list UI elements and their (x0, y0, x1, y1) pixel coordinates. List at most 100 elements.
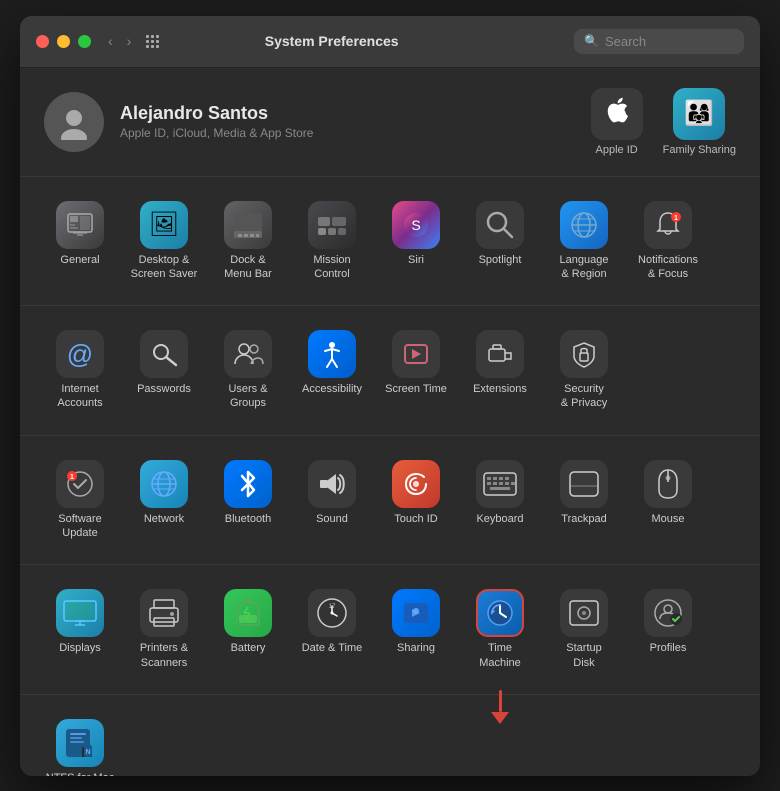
sound-icon (308, 460, 356, 508)
pref-accessibility[interactable]: Accessibility (292, 322, 372, 419)
pref-language[interactable]: Language& Region (544, 193, 624, 290)
pref-printers[interactable]: Printers &Scanners (124, 581, 204, 678)
pref-profiles[interactable]: Profiles (628, 581, 708, 678)
users-label: Users &Groups (228, 382, 267, 411)
startup-icon (560, 589, 608, 637)
user-info: Alejandro Santos Apple ID, iCloud, Media… (120, 103, 575, 140)
pref-startup[interactable]: StartupDisk (544, 581, 624, 678)
close-button[interactable] (36, 35, 49, 48)
family-sharing-button[interactable]: 👨‍👩‍👧 Family Sharing (663, 88, 736, 156)
pref-desktop[interactable]: 🖼 Desktop &Screen Saver (124, 193, 204, 290)
apple-id-icon-box (591, 88, 643, 140)
user-subtitle: Apple ID, iCloud, Media & App Store (120, 126, 575, 140)
security-icon (560, 330, 608, 378)
trackpad-icon (560, 460, 608, 508)
displays-icon (56, 589, 104, 637)
mouse-label: Mouse (651, 512, 684, 526)
user-section: Alejandro Santos Apple ID, iCloud, Media… (20, 68, 760, 177)
pref-security[interactable]: Security& Privacy (544, 322, 624, 419)
pref-users[interactable]: Users &Groups (208, 322, 288, 419)
pref-sharing[interactable]: Sharing (376, 581, 456, 678)
general-label: General (60, 253, 99, 267)
mission-icon (308, 201, 356, 249)
pref-ntfs[interactable]: N NTFS for Mac (40, 711, 120, 776)
bluetooth-icon (224, 460, 272, 508)
prefs-section-3: 1 SoftwareUpdate (20, 436, 760, 566)
profiles-label: Profiles (650, 641, 687, 655)
pref-touchid[interactable]: Touch ID (376, 452, 456, 549)
ntfs-icon: N (56, 719, 104, 767)
timemachine-label: TimeMachine (479, 641, 521, 670)
touchid-icon (392, 460, 440, 508)
pref-passwords[interactable]: Passwords (124, 322, 204, 419)
pref-trackpad[interactable]: Trackpad (544, 452, 624, 549)
minimize-button[interactable] (57, 35, 70, 48)
prefs-grid-2: @ InternetAccounts Passwords (40, 322, 740, 419)
search-bar[interactable]: 🔍 (574, 29, 744, 54)
internet-label: InternetAccounts (57, 382, 102, 411)
language-label: Language& Region (560, 253, 609, 282)
siri-icon: S (392, 201, 440, 249)
pref-notifications[interactable]: 1 Notifications& Focus (628, 193, 708, 290)
spotlight-icon (476, 201, 524, 249)
apple-id-button[interactable]: Apple ID (591, 88, 643, 156)
notifications-label: Notifications& Focus (638, 253, 698, 282)
pref-spotlight[interactable]: Spotlight (460, 193, 540, 290)
system-preferences-window: ‹ › System Preferences 🔍 Alejandro Santo… (20, 16, 760, 776)
trackpad-label: Trackpad (561, 512, 606, 526)
prefs-grid-1: General 🖼 Desktop &Screen Saver (40, 193, 740, 290)
sharing-icon (392, 589, 440, 637)
dock-icon (224, 201, 272, 249)
pref-mouse[interactable]: Mouse (628, 452, 708, 549)
pref-datetime[interactable]: 17 Date & Time (292, 581, 372, 678)
passwords-icon (140, 330, 188, 378)
pref-extensions[interactable]: Extensions (460, 322, 540, 419)
displays-label: Displays (59, 641, 101, 655)
profiles-icon (644, 589, 692, 637)
traffic-lights (36, 35, 91, 48)
pref-mission[interactable]: MissionControl (292, 193, 372, 290)
screentime-icon (392, 330, 440, 378)
security-label: Security& Privacy (561, 382, 607, 411)
startup-label: StartupDisk (566, 641, 601, 670)
pref-software[interactable]: 1 SoftwareUpdate (40, 452, 120, 549)
pref-internet[interactable]: @ InternetAccounts (40, 322, 120, 419)
desktop-label: Desktop &Screen Saver (131, 253, 198, 282)
titlebar: ‹ › System Preferences 🔍 (20, 16, 760, 68)
pref-sound[interactable]: Sound (292, 452, 372, 549)
pref-dock[interactable]: Dock &Menu Bar (208, 193, 288, 290)
sharing-label: Sharing (397, 641, 435, 655)
window-title: System Preferences (89, 33, 574, 49)
pref-timemachine[interactable]: TimeMachine (460, 581, 540, 678)
printers-icon (140, 589, 188, 637)
printers-label: Printers &Scanners (140, 641, 188, 670)
prefs-section-5: N NTFS for Mac (20, 695, 760, 776)
prefs-grid-3: 1 SoftwareUpdate (40, 452, 740, 549)
network-label: Network (144, 512, 184, 526)
search-input[interactable] (605, 34, 735, 49)
svg-text:N: N (85, 749, 90, 756)
software-icon: 1 (56, 460, 104, 508)
pref-battery[interactable]: Battery (208, 581, 288, 678)
pref-bluetooth[interactable]: Bluetooth (208, 452, 288, 549)
pref-network[interactable]: Network (124, 452, 204, 549)
svg-text:1: 1 (70, 474, 74, 481)
datetime-label: Date & Time (302, 641, 363, 655)
search-icon: 🔍 (584, 34, 599, 48)
pref-displays[interactable]: Displays (40, 581, 120, 678)
svg-text:1: 1 (674, 215, 678, 222)
screentime-label: Screen Time (385, 382, 447, 396)
family-sharing-label: Family Sharing (663, 144, 736, 156)
user-icons: Apple ID 👨‍👩‍👧 Family Sharing (591, 88, 736, 156)
software-label: SoftwareUpdate (58, 512, 101, 541)
accessibility-icon (308, 330, 356, 378)
content-area: Alejandro Santos Apple ID, iCloud, Media… (20, 68, 760, 776)
pref-siri[interactable]: S Siri (376, 193, 456, 290)
dock-label: Dock &Menu Bar (224, 253, 272, 282)
pref-screentime[interactable]: Screen Time (376, 322, 456, 419)
pref-general[interactable]: General (40, 193, 120, 290)
notifications-icon: 1 (644, 201, 692, 249)
passwords-label: Passwords (137, 382, 191, 396)
pref-keyboard[interactable]: Keyboard (460, 452, 540, 549)
keyboard-icon (476, 460, 524, 508)
